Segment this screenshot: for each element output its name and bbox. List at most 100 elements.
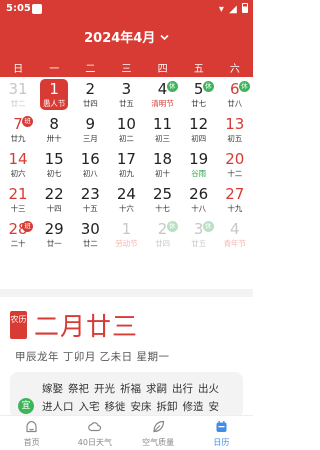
bottom-nav: 首页 40日天气 空气质量 日历: [0, 415, 253, 450]
calendar-day[interactable]: 18 初十: [145, 147, 181, 182]
yi-item: 拆卸: [156, 401, 178, 413]
calendar-day[interactable]: 10 初二: [108, 112, 144, 147]
nav-label: 首页: [23, 438, 40, 447]
day-number: 19: [189, 150, 209, 168]
calendar-header: 5:05 ▾ ◢ 2024年4月 日 一 二 三 四 五 六: [0, 0, 253, 77]
holiday-badge: 休: [202, 81, 214, 92]
day-number: 30: [80, 220, 100, 238]
lunar-tag-text: 农历: [10, 315, 27, 324]
calendar-day[interactable]: 23 十五: [72, 182, 108, 217]
yi-item: 求嗣: [146, 383, 167, 395]
day-number: 17: [116, 150, 136, 168]
section-divider: [0, 289, 253, 297]
nav-item-cloud[interactable]: 40日天气: [63, 416, 126, 450]
calendar-day[interactable]: 28 二十班: [0, 217, 36, 252]
cloud-icon: [87, 419, 102, 437]
lunar-day-label: 廿八: [227, 99, 243, 108]
calendar-day[interactable]: 17 初九: [108, 147, 144, 182]
lunar-day-label: 初六: [10, 169, 26, 178]
calendar-day[interactable]: 16 初八: [72, 147, 108, 182]
calendar-day[interactable]: 5 廿七 休: [181, 77, 217, 112]
calendar-day[interactable]: 1 劳动节: [108, 217, 144, 252]
day-number: 4: [230, 220, 240, 238]
calendar-day[interactable]: 3 廿五 休: [181, 217, 217, 252]
calendar-day[interactable]: 26 十八: [181, 182, 217, 217]
calendar-day[interactable]: 12 初四: [181, 112, 217, 147]
work-day-badge: 班: [22, 221, 34, 232]
lunar-day-label: 谷雨: [191, 169, 207, 178]
lunar-day-label: 青年节: [223, 239, 247, 248]
lunar-day-label: 十四: [46, 204, 62, 213]
day-number: 2: [85, 80, 96, 98]
calendar-day[interactable]: 19 谷雨: [181, 147, 217, 182]
nav-item-leaf[interactable]: 空气质量: [127, 416, 190, 450]
day-number: 9: [85, 115, 96, 133]
yi-item: 出行: [172, 383, 193, 395]
calendar-day[interactable]: 9 三月: [72, 112, 108, 147]
day-number: 4: [157, 80, 168, 98]
calendar-day[interactable]: 8 卅十: [36, 112, 72, 147]
day-number: 15: [44, 150, 64, 168]
app-notification-icon: [32, 4, 42, 14]
yi-card[interactable]: 宜 嫁娶 祭祀 开光 祈福 求嗣 出行 出火 进人口 入宅 移徙 安床 拆卸 修造安: [10, 372, 243, 418]
calendar-day[interactable]: 22 十四: [36, 182, 72, 217]
status-time: 5:05: [6, 3, 31, 14]
calendar-day[interactable]: 3 廿五: [108, 77, 144, 112]
calendar-icon: [214, 419, 229, 437]
status-bar: 5:05 ▾ ◢: [0, 0, 253, 20]
month-selector[interactable]: 2024年4月: [0, 27, 253, 46]
yi-item: 进人口: [42, 401, 74, 413]
calendar-day[interactable]: 21 十三: [0, 182, 36, 217]
calendar-day[interactable]: 7 廿九班: [0, 112, 36, 147]
calendar-day[interactable]: 4 青年节: [217, 217, 253, 252]
month-title: 2024年4月: [84, 31, 156, 46]
nav-label: 40日天气: [77, 438, 112, 447]
yi-item: 嫁娶: [42, 383, 63, 395]
day-number: 1: [121, 220, 132, 238]
lunar-day-label: 廿九: [10, 134, 26, 143]
nav-item-home[interactable]: 首页: [0, 416, 63, 450]
lunar-tag: 农历: [10, 311, 27, 339]
lunar-day-label: 清明节: [151, 99, 174, 108]
calendar-day[interactable]: 2 廿四: [72, 77, 108, 112]
calendar-day-selected[interactable]: 1 愚人节: [40, 79, 69, 110]
calendar-day[interactable]: 4 清明节 休: [145, 77, 181, 112]
calendar-day[interactable]: 14 初六: [0, 147, 36, 182]
calendar-day[interactable]: 13 初五: [217, 112, 253, 147]
status-icons: ▾ ◢: [219, 3, 248, 15]
lunar-day-label: 初十: [155, 169, 171, 178]
calendar-day[interactable]: 25 十七: [145, 182, 181, 217]
day-number: 24: [116, 185, 136, 203]
holiday-badge: 休: [166, 81, 178, 92]
calendar-day[interactable]: 29 廿一: [36, 217, 72, 252]
calendar-day[interactable]: 2 廿四 休: [145, 217, 181, 252]
day-number: 3: [193, 220, 204, 238]
nav-item-calendar[interactable]: 日历: [190, 416, 253, 450]
calendar-day[interactable]: 6 廿八 休: [217, 77, 253, 112]
lunar-date: 二月廿三: [34, 312, 139, 341]
day-number: 11: [153, 115, 173, 133]
work-day-badge: 班: [22, 116, 34, 127]
day-number: 3: [121, 80, 132, 98]
day-number: 26: [189, 185, 209, 203]
day-number: 16: [80, 150, 100, 168]
lunar-day-label: 二十: [10, 239, 26, 248]
lunar-day-label: 初八: [82, 169, 98, 178]
calendar-day[interactable]: 31 廿二: [0, 77, 36, 112]
lunar-day-label: 廿二: [82, 239, 98, 248]
weekday-label: 日: [13, 64, 24, 75]
calendar-day[interactable]: 30 廿二: [72, 217, 108, 252]
lunar-day-label: 卅十: [46, 134, 62, 143]
calendar-day[interactable]: 15 初七: [36, 147, 72, 182]
holiday-badge: 休: [202, 221, 214, 232]
calendar-day[interactable]: 24 十六: [108, 182, 144, 217]
lunar-day-label: 初四: [191, 134, 207, 143]
yi-item: 安床: [130, 401, 152, 413]
calendar-day[interactable]: 11 初三: [145, 112, 181, 147]
lunar-day-label: 廿四: [82, 99, 98, 108]
day-number: 5: [193, 80, 204, 98]
calendar-day[interactable]: 27 十九: [217, 182, 253, 217]
lunar-day-label: 初五: [227, 134, 243, 143]
calendar-day[interactable]: 20 十二: [217, 147, 253, 182]
yi-item: 安: [208, 401, 220, 413]
